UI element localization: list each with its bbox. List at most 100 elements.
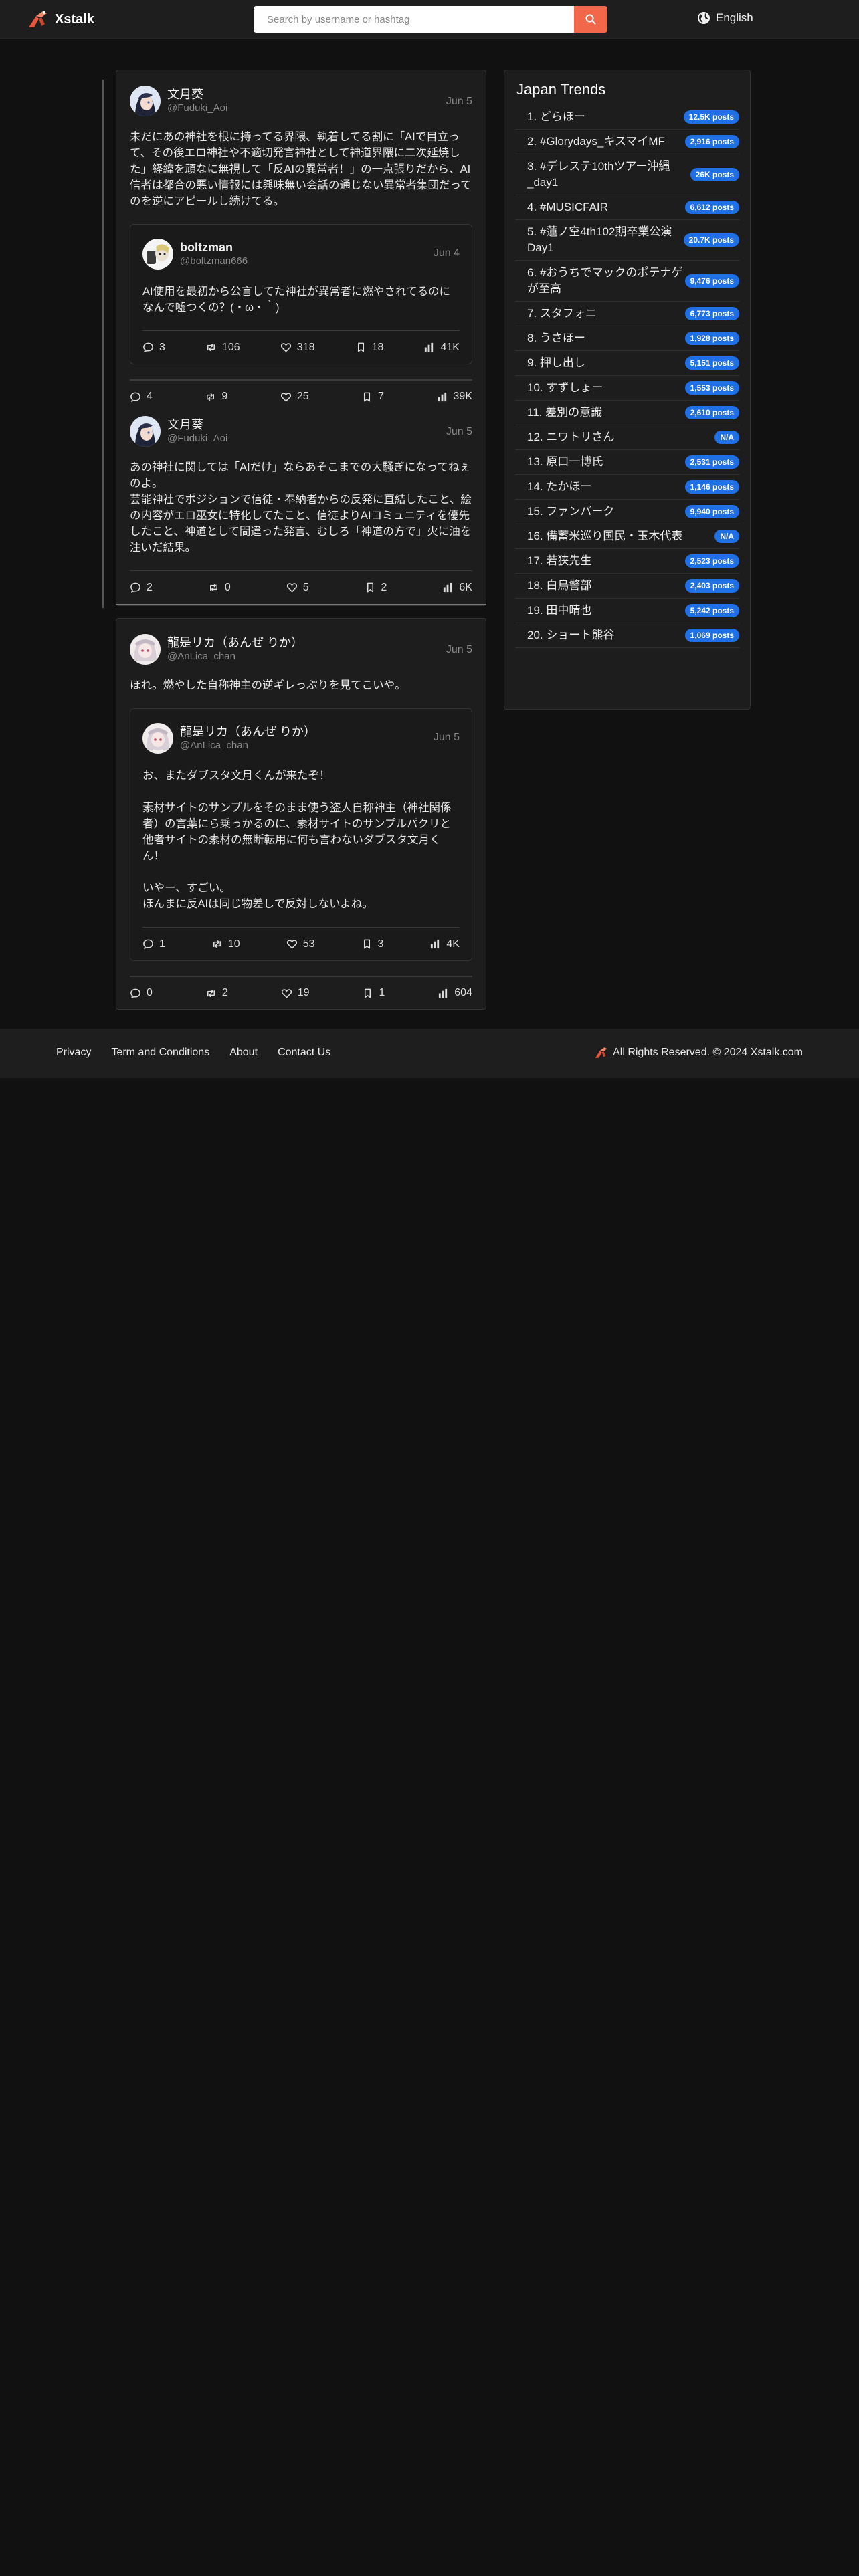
trend-item[interactable]: 13. 原口一博氏 2,531 posts [515,450,739,475]
like-button[interactable]: 25 [280,391,309,403]
footer-link-contact[interactable]: Contact Us [278,1047,330,1059]
trend-label: 16. 備蓄米巡り国民・玉木代表 [527,530,683,542]
reply-button[interactable]: 0 [130,987,153,999]
user-handle[interactable]: @boltzman666 [180,255,248,268]
repost-icon [209,584,217,591]
views-stat: 6K [442,582,472,594]
repost-count: 2 [221,987,228,998]
footer-link-privacy[interactable]: Privacy [56,1047,91,1059]
footer-link-terms[interactable]: Term and Conditions [111,1047,209,1059]
trend-item[interactable]: 19. 田中晴也 5,242 posts [515,599,739,623]
bookmark-button[interactable]: 18 [355,342,383,354]
trend-post-count-badge: 2,403 posts [684,579,739,593]
heart-icon [280,392,291,402]
avatar[interactable] [142,723,173,754]
copyright-text: All Rights Reserved. © 2024 Xstalk.com [613,1047,803,1058]
feed: 文月葵 @Fuduki_Aoi Jun 5 未だにあの神社を根に持ってる界隈、執… [102,70,486,1010]
trend-item[interactable]: 10. すずしょー 1,553 posts [515,376,739,401]
bookmark-button[interactable]: 1 [362,987,385,999]
reply-button[interactable]: 4 [130,391,153,403]
bookmark-button[interactable]: 3 [361,938,383,950]
trend-post-count-badge: 2,523 posts [684,554,739,568]
trend-item[interactable]: 3. #デレステ10thツアー沖縄_day1 26K posts [515,154,739,195]
trend-post-count-badge: N/A [714,431,739,444]
post-date: Jun 5 [446,96,472,107]
views-stat: 39K [437,391,472,403]
trend-item[interactable]: 18. 白鳥警部 2,403 posts [515,574,739,599]
bookmark-button[interactable]: 2 [365,582,387,594]
quoted-post[interactable]: 龍是リカ（あんぜ りか） @AnLica_chan Jun 5 お、またダブスタ… [130,708,472,961]
copyright: All Rights Reserved. © 2024 Xstalk.com [594,1046,803,1059]
repost-button[interactable]: 0 [208,582,231,594]
repost-button[interactable]: 2 [205,987,228,999]
avatar[interactable] [130,416,161,447]
avatar[interactable] [130,86,161,116]
views-icon [444,582,452,593]
view-count: 4K [446,938,460,950]
repost-button[interactable]: 9 [205,391,227,403]
trend-item[interactable]: 4. #MUSICFAIR 6,612 posts [515,195,739,220]
language-label: English [716,11,753,24]
post[interactable]: 文月葵 @Fuduki_Aoi Jun 5 あの神社に関しては「AIだけ」ならあ… [116,413,486,604]
post-card: 龍是リカ（あんぜ りか） @AnLica_chan Jun 5 ほれ。燃やした自… [116,618,486,1010]
display-name[interactable]: 文月葵 [167,87,227,102]
trend-item[interactable]: 1. どらほー 12.5K posts [515,105,739,130]
trend-item[interactable]: 16. 備蓄米巡り国民・玉木代表 N/A [515,524,739,549]
bookmark-icon [357,342,364,352]
trend-item[interactable]: 7. スタフォニ 6,773 posts [515,302,739,326]
logo-icon [29,11,47,27]
trend-post-count-badge: 5,242 posts [684,604,739,617]
trend-label: 1. どらほー [527,110,585,123]
display-name[interactable]: 文月葵 [167,417,227,432]
trend-item[interactable]: 9. 押し出し 5,151 posts [515,351,739,376]
repost-icon [207,989,215,997]
trend-item[interactable]: 5. #蓮ノ空4th102期卒業公演Day1 20.7K posts [515,220,739,261]
like-button[interactable]: 19 [281,987,310,999]
logo[interactable]: Xstalk [27,9,94,29]
bookmark-count: 1 [379,987,385,998]
display-name[interactable]: boltzman [180,240,248,255]
like-button[interactable]: 318 [280,342,315,354]
views-stat: 4K [430,938,460,950]
trend-item[interactable]: 12. ニワトリさん N/A [515,425,739,450]
display-name[interactable]: 龍是リカ（あんぜ りか） [180,724,316,739]
user-handle[interactable]: @AnLica_chan [167,650,303,663]
reply-count: 2 [147,581,153,593]
language-selector[interactable]: English [697,11,753,25]
post[interactable]: 龍是リカ（あんぜ りか） @AnLica_chan Jun 5 ほれ。燃やした自… [116,619,486,1009]
trend-item[interactable]: 8. うさほー 1,928 posts [515,326,739,351]
trend-label: 5. #蓮ノ空4th102期卒業公演Day1 [527,225,672,254]
user-handle[interactable]: @AnLica_chan [180,739,316,752]
quoted-post[interactable]: boltzman @boltzman666 Jun 4 AI使用を最初から公言し… [130,224,472,364]
trend-item[interactable]: 20. ショート熊谷 1,069 posts [515,623,739,648]
like-button[interactable]: 53 [286,938,315,950]
repost-icon [213,940,221,948]
user-handle[interactable]: @Fuduki_Aoi [167,102,227,115]
trend-item[interactable]: 2. #Glorydays_キスマイMF 2,916 posts [515,130,739,154]
avatar[interactable] [130,634,161,665]
trend-item[interactable]: 14. たかほー 1,146 posts [515,475,739,500]
trend-item[interactable]: 6. #おうちでマックのポテナゲが至高 9,476 posts [515,261,739,302]
post[interactable]: 文月葵 @Fuduki_Aoi Jun 5 未だにあの神社を根に持ってる界隈、執… [116,70,486,413]
post-text: あの神社に関しては「AIだけ」ならあそこまでの大騒ぎになってねぇのよ。 芸能神社… [130,461,472,554]
reply-button[interactable]: 2 [130,582,153,594]
like-count: 19 [297,987,310,998]
footer-link-about[interactable]: About [229,1047,258,1059]
avatar[interactable] [142,239,173,270]
user-handle[interactable]: @Fuduki_Aoi [167,432,227,445]
like-button[interactable]: 5 [286,582,309,594]
reply-button[interactable]: 1 [142,938,165,950]
reply-count: 3 [159,341,165,353]
trend-item[interactable]: 15. ファンバーク 9,940 posts [515,500,739,524]
trend-item[interactable]: 17. 若狭先生 2,523 posts [515,549,739,574]
search-button[interactable] [574,6,607,33]
trend-post-count-badge: 6,612 posts [684,201,739,214]
reply-button[interactable]: 3 [142,342,165,354]
repost-button[interactable]: 10 [211,938,240,950]
search-input[interactable] [254,6,574,33]
bookmark-button[interactable]: 7 [361,391,384,403]
display-name[interactable]: 龍是リカ（あんぜ りか） [167,635,303,650]
trend-item[interactable]: 11. 差別の意識 2,610 posts [515,401,739,425]
post-text: 未だにあの神社を根に持ってる界隈、執着してる割に「AIで目立って、その後エロ神社… [130,131,472,207]
repost-button[interactable]: 106 [205,342,240,354]
